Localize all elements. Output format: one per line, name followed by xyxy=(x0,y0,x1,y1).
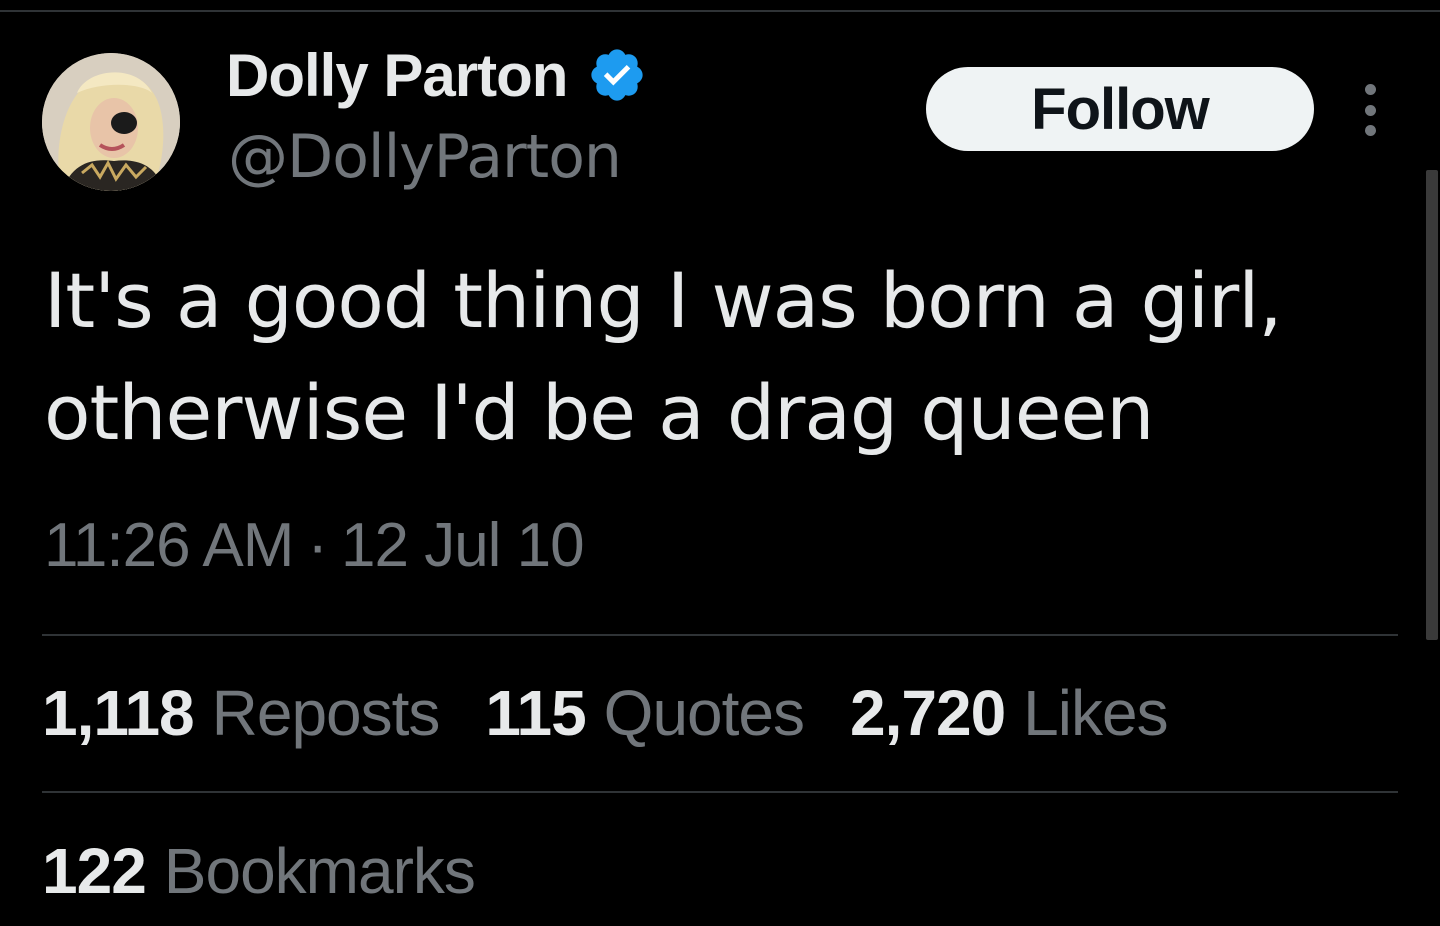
quotes-stat[interactable]: 115 Quotes xyxy=(485,676,805,750)
reposts-label: Reposts xyxy=(211,677,441,749)
more-options-icon[interactable] xyxy=(1350,84,1390,136)
likes-stat[interactable]: 2,720 Likes xyxy=(850,676,1169,750)
top-divider xyxy=(0,10,1440,12)
author-display-name[interactable]: Dolly Parton xyxy=(226,41,568,110)
bookmarks-label: Bookmarks xyxy=(163,835,476,907)
author-name-row: Dolly Parton xyxy=(226,36,647,114)
avatar[interactable] xyxy=(42,53,180,191)
verified-badge-icon[interactable] xyxy=(587,45,647,105)
more-dot xyxy=(1364,125,1376,136)
divider xyxy=(42,791,1398,793)
tweet-date[interactable]: 12 Jul 10 xyxy=(341,511,585,580)
avatar-image xyxy=(42,53,180,191)
author-handle[interactable]: @DollyParton xyxy=(228,122,622,192)
reposts-stat[interactable]: 1,118 Reposts xyxy=(42,676,441,750)
bookmarks-count: 122 xyxy=(42,835,147,907)
tweet-timestamp[interactable]: 11:26 AM · 12 Jul 10 xyxy=(44,510,585,581)
tweet-text-line: otherwise I'd be a drag queen xyxy=(44,368,1154,457)
more-dot xyxy=(1364,104,1376,116)
more-dot xyxy=(1364,84,1376,95)
likes-label: Likes xyxy=(1023,677,1168,749)
divider xyxy=(42,634,1398,636)
follow-button[interactable]: Follow xyxy=(926,67,1314,151)
scrollbar[interactable] xyxy=(1426,170,1438,640)
tweet-time[interactable]: 11:26 AM xyxy=(44,511,294,580)
tweet-text: It's a good thing I was born a girl, oth… xyxy=(44,245,1384,469)
reposts-count: 1,118 xyxy=(42,677,195,749)
likes-count: 2,720 xyxy=(850,677,1006,749)
tweet-text-line: It's a good thing I was born a girl, xyxy=(44,256,1283,345)
engagement-stats: 1,118 Reposts 115 Quotes 2,720 Likes xyxy=(42,676,1214,750)
quotes-label: Quotes xyxy=(603,677,805,749)
timestamp-separator: · xyxy=(307,511,328,580)
bookmarks-stat[interactable]: 122 Bookmarks xyxy=(42,834,476,908)
bookmarks-stat-row: 122 Bookmarks xyxy=(42,834,521,908)
quotes-count: 115 xyxy=(485,677,586,749)
